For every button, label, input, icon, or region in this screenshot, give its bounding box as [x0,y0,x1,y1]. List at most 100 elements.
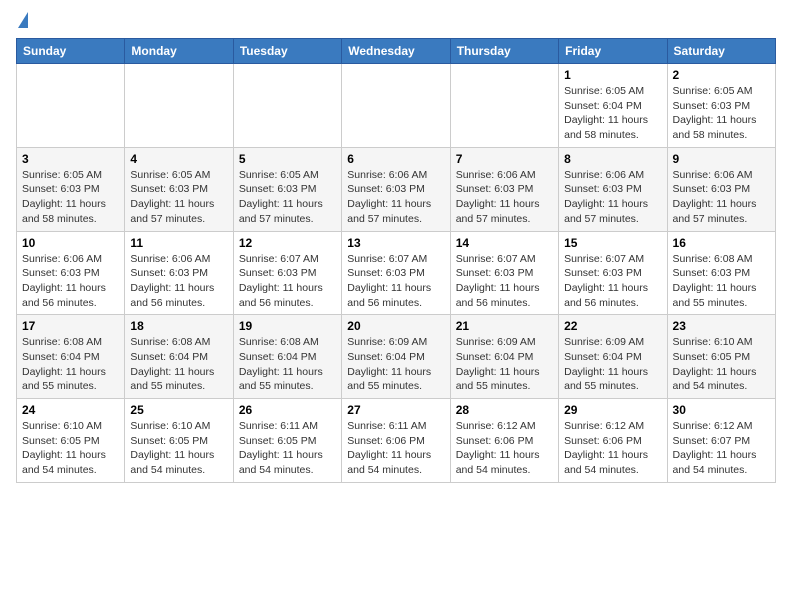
calendar-cell: 21 Sunrise: 6:09 AM Sunset: 6:04 PM Dayli… [450,315,558,399]
day-info: Sunrise: 6:05 AM Sunset: 6:04 PM Dayligh… [564,84,661,143]
day-info: Sunrise: 6:05 AM Sunset: 6:03 PM Dayligh… [673,84,770,143]
day-info: Sunrise: 6:06 AM Sunset: 6:03 PM Dayligh… [347,168,444,227]
calendar-cell: 23 Sunrise: 6:10 AM Sunset: 6:05 PM Dayli… [667,315,775,399]
calendar-cell: 20 Sunrise: 6:09 AM Sunset: 6:04 PM Dayli… [342,315,450,399]
day-info: Sunrise: 6:06 AM Sunset: 6:03 PM Dayligh… [673,168,770,227]
day-info: Sunrise: 6:12 AM Sunset: 6:06 PM Dayligh… [564,419,661,478]
calendar-cell: 22 Sunrise: 6:09 AM Sunset: 6:04 PM Dayli… [559,315,667,399]
day-info: Sunrise: 6:07 AM Sunset: 6:03 PM Dayligh… [347,252,444,311]
calendar-cell: 16 Sunrise: 6:08 AM Sunset: 6:03 PM Dayli… [667,231,775,315]
day-info: Sunrise: 6:09 AM Sunset: 6:04 PM Dayligh… [347,335,444,394]
day-of-week-header: Friday [559,39,667,64]
day-info: Sunrise: 6:09 AM Sunset: 6:04 PM Dayligh… [456,335,553,394]
day-info: Sunrise: 6:07 AM Sunset: 6:03 PM Dayligh… [239,252,336,311]
day-of-week-header: Monday [125,39,233,64]
day-number: 29 [564,403,661,417]
day-number: 21 [456,319,553,333]
day-info: Sunrise: 6:07 AM Sunset: 6:03 PM Dayligh… [456,252,553,311]
calendar-cell [17,64,125,148]
calendar-cell: 1 Sunrise: 6:05 AM Sunset: 6:04 PM Daylig… [559,64,667,148]
calendar-cell: 7 Sunrise: 6:06 AM Sunset: 6:03 PM Daylig… [450,147,558,231]
day-info: Sunrise: 6:12 AM Sunset: 6:06 PM Dayligh… [456,419,553,478]
day-info: Sunrise: 6:06 AM Sunset: 6:03 PM Dayligh… [564,168,661,227]
day-number: 3 [22,152,119,166]
logo-triangle-icon [18,12,28,28]
day-of-week-header: Tuesday [233,39,341,64]
calendar-cell: 13 Sunrise: 6:07 AM Sunset: 6:03 PM Dayli… [342,231,450,315]
day-number: 10 [22,236,119,250]
calendar-cell: 14Sunrise: 6:07 AM Sunset: 6:03 PM Dayli… [450,231,558,315]
calendar-cell: 15 Sunrise: 6:07 AM Sunset: 6:03 PM Dayli… [559,231,667,315]
day-info: Sunrise: 6:06 AM Sunset: 6:03 PM Dayligh… [130,252,227,311]
day-info: Sunrise: 6:06 AM Sunset: 6:03 PM Dayligh… [456,168,553,227]
calendar-week-row: 3 Sunrise: 6:05 AM Sunset: 6:03 PM Daylig… [17,147,776,231]
day-number: 13 [347,236,444,250]
calendar-cell [233,64,341,148]
day-info: Sunrise: 6:10 AM Sunset: 6:05 PM Dayligh… [130,419,227,478]
calendar-cell: 25 Sunrise: 6:10 AM Sunset: 6:05 PM Dayli… [125,399,233,483]
calendar-cell: 6 Sunrise: 6:06 AM Sunset: 6:03 PM Daylig… [342,147,450,231]
day-number: 20 [347,319,444,333]
day-number: 24 [22,403,119,417]
day-info: Sunrise: 6:12 AM Sunset: 6:07 PM Dayligh… [673,419,770,478]
calendar-cell: 28Sunrise: 6:12 AM Sunset: 6:06 PM Dayli… [450,399,558,483]
calendar-cell: 29 Sunrise: 6:12 AM Sunset: 6:06 PM Dayli… [559,399,667,483]
day-of-week-header: Wednesday [342,39,450,64]
day-number: 15 [564,236,661,250]
day-number: 30 [673,403,770,417]
day-number: 2 [673,68,770,82]
calendar-cell: 27 Sunrise: 6:11 AM Sunset: 6:06 PM Dayli… [342,399,450,483]
day-number: 27 [347,403,444,417]
calendar-week-row: 24 Sunrise: 6:10 AM Sunset: 6:05 PM Dayli… [17,399,776,483]
calendar-header-row: SundayMondayTuesdayWednesdayThursdayFrid… [17,39,776,64]
day-of-week-header: Thursday [450,39,558,64]
day-number: 12 [239,236,336,250]
day-info: Sunrise: 6:08 AM Sunset: 6:04 PM Dayligh… [239,335,336,394]
calendar-cell: 18 Sunrise: 6:08 AM Sunset: 6:04 PM Dayli… [125,315,233,399]
day-info: Sunrise: 6:05 AM Sunset: 6:03 PM Dayligh… [22,168,119,227]
day-number: 1 [564,68,661,82]
calendar-cell: 30 Sunrise: 6:12 AM Sunset: 6:07 PM Dayli… [667,399,775,483]
calendar-cell: 2 Sunrise: 6:05 AM Sunset: 6:03 PM Daylig… [667,64,775,148]
calendar-cell [450,64,558,148]
page-header [16,16,776,28]
day-number: 8 [564,152,661,166]
day-number: 16 [673,236,770,250]
day-of-week-header: Saturday [667,39,775,64]
day-info: Sunrise: 6:09 AM Sunset: 6:04 PM Dayligh… [564,335,661,394]
day-number: 23 [673,319,770,333]
day-number: 6 [347,152,444,166]
day-info: Sunrise: 6:10 AM Sunset: 6:05 PM Dayligh… [22,419,119,478]
day-info: Sunrise: 6:06 AM Sunset: 6:03 PM Dayligh… [22,252,119,311]
calendar-table: SundayMondayTuesdayWednesdayThursdayFrid… [16,38,776,483]
day-number: 25 [130,403,227,417]
day-info: Sunrise: 6:08 AM Sunset: 6:03 PM Dayligh… [673,252,770,311]
calendar-week-row: 17 Sunrise: 6:08 AM Sunset: 6:04 PM Dayli… [17,315,776,399]
day-info: Sunrise: 6:11 AM Sunset: 6:06 PM Dayligh… [347,419,444,478]
calendar-cell: 9Sunrise: 6:06 AM Sunset: 6:03 PM Daylig… [667,147,775,231]
calendar-cell: 10 Sunrise: 6:06 AM Sunset: 6:03 PM Dayli… [17,231,125,315]
day-number: 22 [564,319,661,333]
day-number: 18 [130,319,227,333]
day-info: Sunrise: 6:08 AM Sunset: 6:04 PM Dayligh… [130,335,227,394]
calendar-cell [125,64,233,148]
day-info: Sunrise: 6:11 AM Sunset: 6:05 PM Dayligh… [239,419,336,478]
day-info: Sunrise: 6:08 AM Sunset: 6:04 PM Dayligh… [22,335,119,394]
calendar-cell [342,64,450,148]
day-number: 17 [22,319,119,333]
calendar-cell: 4 Sunrise: 6:05 AM Sunset: 6:03 PM Daylig… [125,147,233,231]
calendar-cell: 8 Sunrise: 6:06 AM Sunset: 6:03 PM Daylig… [559,147,667,231]
calendar-cell: 24 Sunrise: 6:10 AM Sunset: 6:05 PM Dayli… [17,399,125,483]
day-number: 4 [130,152,227,166]
calendar-cell: 11 Sunrise: 6:06 AM Sunset: 6:03 PM Dayli… [125,231,233,315]
day-of-week-header: Sunday [17,39,125,64]
day-info: Sunrise: 6:05 AM Sunset: 6:03 PM Dayligh… [130,168,227,227]
day-number: 26 [239,403,336,417]
calendar-cell: 26 Sunrise: 6:11 AM Sunset: 6:05 PM Dayli… [233,399,341,483]
day-number: 7 [456,152,553,166]
day-number: 11 [130,236,227,250]
day-info: Sunrise: 6:10 AM Sunset: 6:05 PM Dayligh… [673,335,770,394]
calendar-cell: 3 Sunrise: 6:05 AM Sunset: 6:03 PM Daylig… [17,147,125,231]
day-number: 5 [239,152,336,166]
day-info: Sunrise: 6:07 AM Sunset: 6:03 PM Dayligh… [564,252,661,311]
